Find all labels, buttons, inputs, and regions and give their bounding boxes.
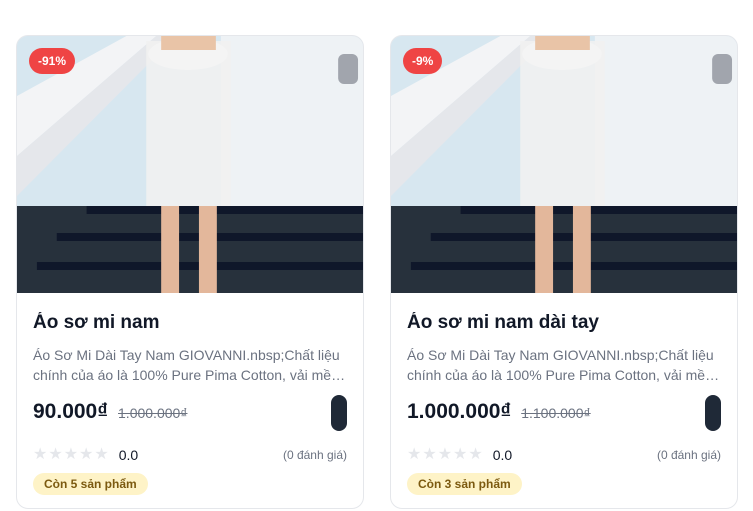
price-row: 1.000.000₫ 1.100.000₫ — [407, 400, 591, 424]
rating-row: ★ ★ ★ ★ ★ 0.0 (0 đánh giá) — [407, 445, 721, 465]
product-description: Áo Sơ Mi Dài Tay Nam GIOVANNI.nbsp;Chất … — [33, 347, 343, 383]
add-to-cart-button[interactable] — [705, 395, 721, 431]
rating-value: 0.0 — [492, 447, 513, 463]
product-card[interactable]: -9% Áo sơ mi nam dài tay Áo Sơ Mi Dài Ta… — [390, 35, 738, 509]
stock-badge: Còn 3 sản phẩm — [407, 473, 522, 495]
review-count: (0 đánh giá) — [282, 448, 347, 462]
old-price: 1.100.000₫ — [521, 405, 591, 421]
product-card[interactable]: -91% Áo sơ mi nam Áo Sơ Mi Dài Tay Nam G… — [16, 35, 364, 509]
star-icon: ★ — [437, 446, 453, 463]
price: 90.000₫ — [33, 400, 109, 423]
star-icon: ★ — [94, 446, 109, 463]
star-icon: ★ — [407, 446, 422, 463]
product-photo — [391, 36, 737, 293]
star-icon: ★ — [63, 446, 79, 463]
product-title[interactable]: Áo sơ mi nam — [33, 312, 349, 334]
price-row: 90.000₫ 1.000.000₫ — [33, 400, 187, 424]
product-image[interactable]: -9% — [391, 36, 737, 293]
discount-badge: -91% — [29, 48, 76, 74]
star-icon: ★ — [468, 446, 483, 463]
star-rating: ★ ★ ★ ★ ★ — [407, 447, 483, 463]
rating-value: 0.0 — [118, 447, 139, 463]
star-icon: ★ — [79, 446, 94, 463]
add-to-cart-button[interactable] — [331, 395, 347, 431]
price: 1.000.000₫ — [407, 400, 512, 423]
product-title[interactable]: Áo sơ mi nam dài tay — [407, 312, 723, 334]
old-price: 1.000.000₫ — [118, 405, 188, 421]
stock-badge: Còn 5 sản phẩm — [33, 473, 148, 495]
star-icon: ★ — [453, 446, 468, 463]
review-count: (0 đánh giá) — [656, 448, 721, 462]
star-icon: ★ — [48, 446, 63, 463]
rating-row: ★ ★ ★ ★ ★ 0.0 (0 đánh giá) — [33, 445, 347, 465]
product-image[interactable]: -91% — [17, 36, 363, 293]
star-icon: ★ — [422, 446, 437, 463]
product-description: Áo Sơ Mi Dài Tay Nam GIOVANNI.nbsp;Chất … — [407, 347, 717, 383]
star-icon: ★ — [33, 446, 48, 463]
product-photo — [17, 36, 363, 293]
discount-badge: -9% — [403, 48, 443, 74]
star-rating: ★ ★ ★ ★ ★ — [33, 447, 109, 463]
